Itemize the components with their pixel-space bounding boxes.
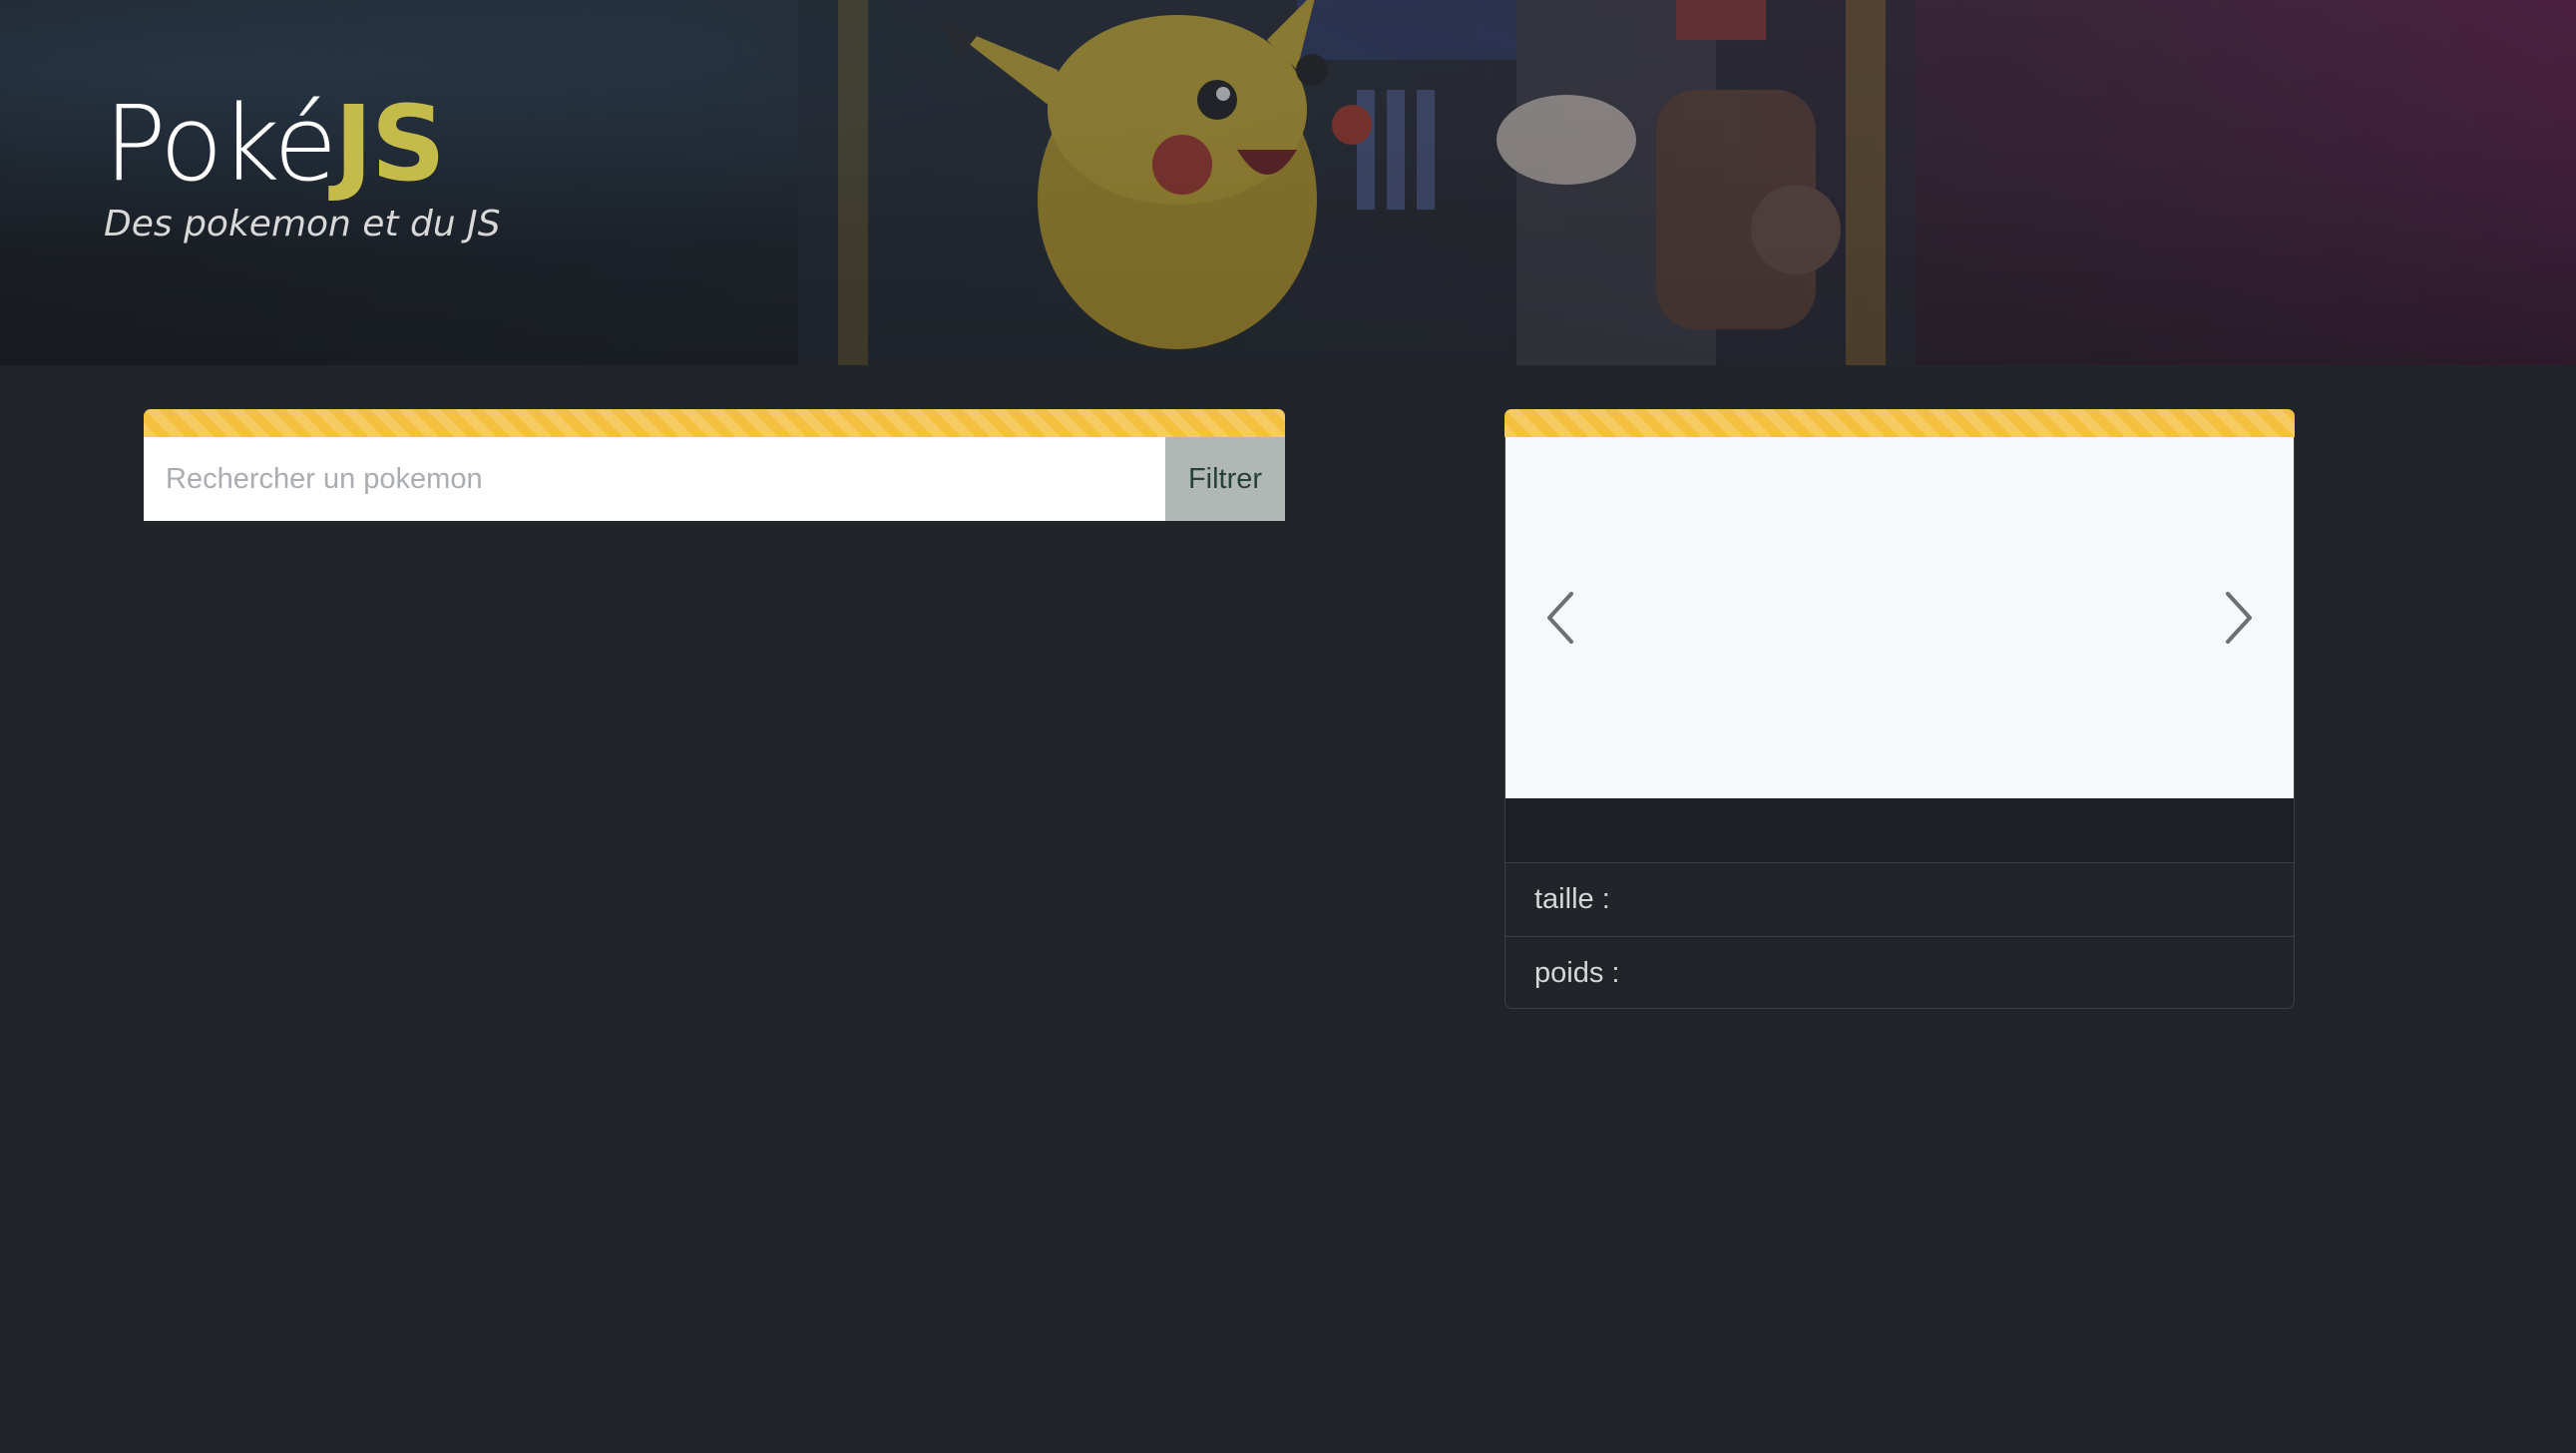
- search-input[interactable]: [144, 437, 1165, 521]
- carousel-prev-button[interactable]: [1505, 437, 1615, 798]
- site-title-prefix: Poké: [104, 83, 337, 205]
- stat-height-label: taille :: [1534, 883, 1610, 915]
- pokemon-image-carousel: [1505, 437, 2294, 798]
- site-tagline: Des pokemon et du JS: [104, 204, 501, 244]
- site-title: PokéJS: [104, 88, 501, 200]
- chevron-right-icon: [2226, 592, 2252, 644]
- stat-weight-label: poids :: [1534, 956, 1620, 989]
- hero-banner: PokéJS Des pokemon et du JS: [0, 0, 2576, 365]
- site-title-accent: JS: [334, 83, 446, 205]
- search-form: Filtrer: [144, 437, 1285, 521]
- hero-text: PokéJS Des pokemon et du JS: [104, 88, 501, 244]
- card-progress-bar: [1504, 409, 2295, 437]
- pokemon-card: taille : poids :: [1504, 437, 2295, 1009]
- search-progress-bar: [144, 409, 1285, 437]
- pokemon-name: [1505, 798, 2294, 863]
- stat-height: taille :: [1505, 863, 2294, 936]
- stat-weight: poids :: [1505, 936, 2294, 1008]
- pikachu-hero-illustration: [798, 0, 1916, 365]
- chevron-left-icon: [1547, 592, 1573, 644]
- carousel-next-button[interactable]: [2184, 437, 2294, 798]
- filter-button[interactable]: Filtrer: [1165, 437, 1285, 521]
